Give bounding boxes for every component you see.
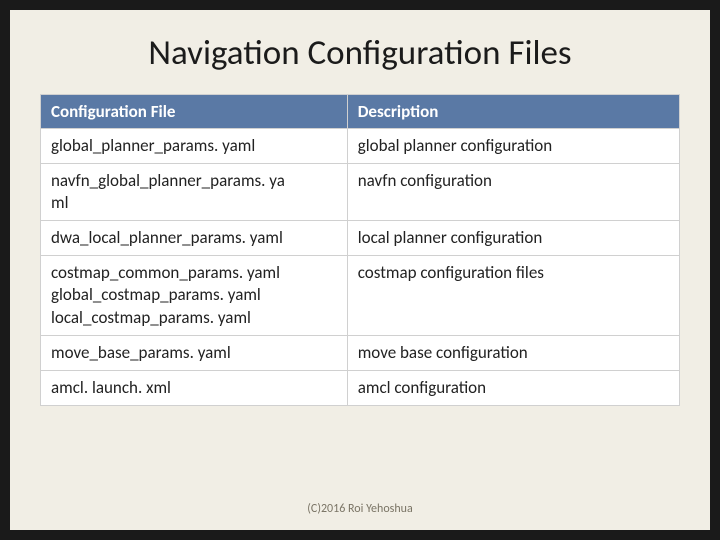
slide: Navigation Configuration Files Configura… xyxy=(10,10,710,530)
cell-desc: move base configuration xyxy=(347,335,679,370)
cell-file: move_base_params. yaml xyxy=(41,335,348,370)
table-row: move_base_params. yaml move base configu… xyxy=(41,335,680,370)
footer-copyright: (C)2016 Roi Yehoshua xyxy=(10,502,710,516)
config-table: Configuration File Description global_pl… xyxy=(40,94,680,406)
table-row: global_planner_params. yaml global plann… xyxy=(41,129,680,164)
cell-file: dwa_local_planner_params. yaml xyxy=(41,221,348,256)
col-header-file: Configuration File xyxy=(41,95,348,129)
table-row: dwa_local_planner_params. yaml local pla… xyxy=(41,221,680,256)
cell-desc: navfn configuration xyxy=(347,164,679,221)
cell-file: costmap_common_params. yamlglobal_costma… xyxy=(41,256,348,335)
cell-desc: local planner configuration xyxy=(347,221,679,256)
cell-file: amcl. launch. xml xyxy=(41,370,348,405)
cell-file: navfn_global_planner_params. yaml xyxy=(41,164,348,221)
cell-file: global_planner_params. yaml xyxy=(41,129,348,164)
table-header-row: Configuration File Description xyxy=(41,95,680,129)
col-header-desc: Description xyxy=(347,95,679,129)
cell-desc: global planner configuration xyxy=(347,129,679,164)
cell-desc: amcl configuration xyxy=(347,370,679,405)
table-row: amcl. launch. xml amcl configuration xyxy=(41,370,680,405)
cell-desc: costmap configuration files xyxy=(347,256,679,335)
table-row: costmap_common_params. yamlglobal_costma… xyxy=(41,256,680,335)
page-title: Navigation Configuration Files xyxy=(40,32,680,74)
table-row: navfn_global_planner_params. yaml navfn … xyxy=(41,164,680,221)
